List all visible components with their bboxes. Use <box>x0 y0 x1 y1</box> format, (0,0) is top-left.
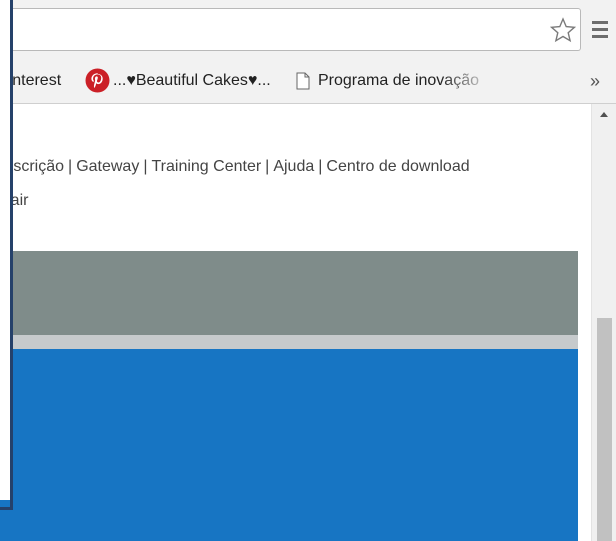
more-bookmarks-icon[interactable]: » <box>590 59 600 103</box>
nav-link-gateway[interactable]: Gateway <box>76 158 139 175</box>
bookmarks-bar: Pinterest ...♥Beautiful Cakes♥... Progra… <box>0 59 616 104</box>
page-content: Inscrição | Gateway | Training Center | Ajuda |… <box>0 104 616 541</box>
scroll-up-arrow-icon[interactable] <box>600 112 608 117</box>
header-divider <box>0 335 578 349</box>
chrome-menu-icon[interactable] <box>592 21 608 39</box>
header-banner-gray <box>0 251 578 335</box>
document-icon <box>296 72 310 90</box>
bookmark-beautiful-cakes[interactable]: ...♥Beautiful Cakes♥... <box>113 59 271 103</box>
scrollbar-thumb[interactable] <box>597 318 612 541</box>
nav-link-ajuda[interactable]: Ajuda <box>273 158 314 175</box>
vertical-scrollbar[interactable] <box>591 104 616 541</box>
top-nav-links: Inscrição | Gateway | Training Center | Ajuda |… <box>0 158 470 176</box>
nav-link-centro-de-download[interactable]: Centro de download <box>326 158 469 175</box>
star-icon[interactable] <box>550 17 576 43</box>
overlay-panel <box>0 0 10 500</box>
nav-link-training-center[interactable]: Training Center <box>151 158 261 175</box>
nav-separator: | <box>143 158 148 175</box>
nav-separator: | <box>318 158 323 175</box>
pinterest-icon <box>85 68 110 93</box>
nav-separator: | <box>265 158 270 175</box>
address-bar[interactable] <box>0 8 581 51</box>
nav-separator: | <box>68 158 73 175</box>
browser-toolbar <box>0 0 616 59</box>
bookmark-fade <box>440 59 495 103</box>
hero-banner-blue <box>0 349 578 541</box>
